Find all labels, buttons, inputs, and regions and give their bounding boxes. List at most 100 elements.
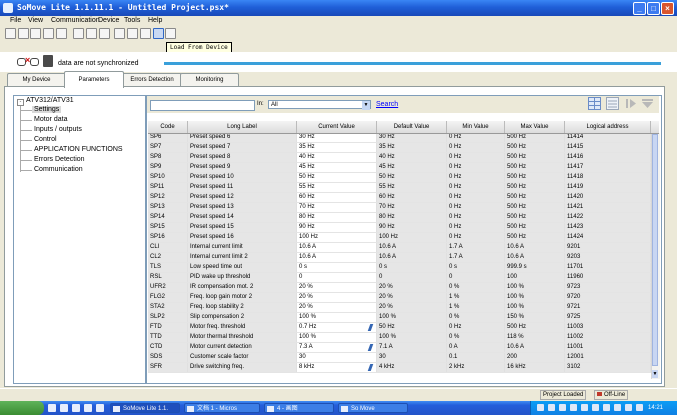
cell-current-value[interactable]: 7.3 A bbox=[297, 343, 377, 352]
cell-current-value[interactable]: 100 % bbox=[297, 313, 377, 322]
tray-icon[interactable] bbox=[625, 404, 632, 411]
cell-current-value[interactable]: 40 Hz bbox=[297, 153, 377, 162]
cell-current-value[interactable]: 30 Hz bbox=[297, 133, 377, 142]
cell-current-value[interactable]: 50 Hz bbox=[297, 173, 377, 182]
table-row[interactable]: UFR2 IR compensation mot. 2 20 % 20 % 0 % 100… bbox=[148, 283, 651, 293]
tab-parameters[interactable]: Parameters bbox=[64, 71, 124, 88]
table-row[interactable]: STA2 Freq. loop stability 2 20 % 20 % 1 % 100… bbox=[148, 303, 651, 313]
column-header-logical-address[interactable]: Logical address bbox=[565, 121, 651, 133]
table-row[interactable]: TTD Motor thermal threshold 100 % 100 % 0 % 1… bbox=[148, 333, 651, 343]
load-from-device-icon[interactable] bbox=[153, 28, 164, 39]
taskbar-item-word[interactable]: 文档 1 - Micros bbox=[184, 403, 260, 413]
start-button[interactable] bbox=[0, 401, 44, 415]
table-row[interactable]: SP13 Preset speed 13 70 Hz 70 Hz 0 Hz 500 Hz 1… bbox=[148, 203, 651, 213]
report-icon[interactable] bbox=[99, 28, 110, 39]
tray-icon[interactable] bbox=[636, 404, 643, 411]
table-row[interactable]: FTD Motor freq. threshold 0.7 Hz 50 Hz 0 Hz 5… bbox=[148, 323, 651, 333]
search-scope-select[interactable]: All ▼ bbox=[268, 100, 371, 110]
table-row[interactable]: SP14 Preset speed 14 80 Hz 80 Hz 0 Hz 500 Hz 1… bbox=[148, 213, 651, 223]
open-icon[interactable] bbox=[30, 28, 41, 39]
maximize-button[interactable]: □ bbox=[647, 2, 660, 15]
cell-current-value[interactable]: 0 s bbox=[297, 263, 377, 272]
table-row[interactable]: SP7 Preset speed 7 35 Hz 35 Hz 0 Hz 500 Hz 114… bbox=[148, 143, 651, 153]
tray-icon[interactable] bbox=[592, 404, 599, 411]
tree-item-settings[interactable]: Settings bbox=[32, 106, 62, 113]
chevron-down-icon[interactable]: ▼ bbox=[362, 101, 370, 110]
table-row[interactable]: SDS Customer scale factor 30 30 0.1 200 12001 bbox=[148, 353, 651, 363]
column-header-long-label[interactable]: Long Label bbox=[188, 121, 297, 133]
tree-root[interactable]: ATV312/ATV31 bbox=[26, 97, 74, 104]
cell-current-value[interactable]: 70 Hz bbox=[297, 203, 377, 212]
tray-icon[interactable] bbox=[614, 404, 621, 411]
play-icon[interactable] bbox=[624, 97, 637, 110]
save-icon[interactable] bbox=[43, 28, 54, 39]
cell-current-value[interactable]: 10.6 A bbox=[297, 253, 377, 262]
cell-current-value[interactable]: 20 % bbox=[297, 283, 377, 292]
compare-icon[interactable] bbox=[165, 28, 176, 39]
cell-current-value[interactable]: 55 Hz bbox=[297, 183, 377, 192]
disconnect-icon[interactable] bbox=[127, 28, 138, 39]
cell-current-value[interactable]: 8 kHz bbox=[297, 363, 377, 372]
table-row[interactable]: TLS Low speed time out 0 s0 s0 s 999.9 s 117… bbox=[148, 263, 651, 273]
quick-launch-icon[interactable] bbox=[96, 404, 104, 412]
column-header-default-value[interactable]: Default Value bbox=[377, 121, 447, 133]
menu-file[interactable]: File bbox=[10, 17, 21, 24]
scrollbar-thumb[interactable] bbox=[652, 134, 658, 366]
tab-errors-detection[interactable]: Errors Detection bbox=[122, 73, 182, 87]
tree-item-errors-detection[interactable]: Errors Detection bbox=[34, 156, 85, 163]
column-header-current-value[interactable]: Current Value bbox=[297, 121, 377, 133]
close-button[interactable]: × bbox=[661, 2, 674, 15]
table-row[interactable]: CL2 Internal current limit 2 10.6 A 10.6 A1… bbox=[148, 253, 651, 263]
table-row[interactable]: FLG2 Freq. loop gain motor 2 20 % 20 % 1 % 10… bbox=[148, 293, 651, 303]
tray-icon[interactable] bbox=[581, 404, 588, 411]
table-row[interactable]: CLI Internal current limit 10.6 A 10.6 A 1.7… bbox=[148, 243, 651, 253]
cell-current-value[interactable]: 30 bbox=[297, 353, 377, 362]
print-icon[interactable] bbox=[73, 28, 84, 39]
store-to-device-icon[interactable] bbox=[140, 28, 151, 39]
cell-current-value[interactable]: 100 Hz bbox=[297, 233, 377, 242]
search-button[interactable]: Search bbox=[376, 101, 398, 108]
cell-current-value[interactable]: 0 bbox=[297, 273, 377, 282]
quick-launch-icon[interactable] bbox=[48, 404, 56, 412]
table-row[interactable]: SP9 Preset speed 9 45 Hz 45 Hz 0 Hz 500 Hz 114… bbox=[148, 163, 651, 173]
tray-icon[interactable] bbox=[570, 404, 577, 411]
cell-current-value[interactable]: 60 Hz bbox=[297, 193, 377, 202]
table-row[interactable]: SP15 Preset speed 15 90 Hz 90 Hz 0 Hz 500 Hz 1… bbox=[148, 223, 651, 233]
menu-tools[interactable]: Tools bbox=[124, 17, 140, 24]
quick-launch-icon[interactable] bbox=[60, 404, 68, 412]
scroll-down-icon[interactable]: ▼ bbox=[652, 370, 658, 378]
table-row[interactable]: SP10 Preset speed 10 50 Hz 50 Hz 0 Hz 500 Hz 1… bbox=[148, 173, 651, 183]
print-preview-icon[interactable] bbox=[86, 28, 97, 39]
new-icon[interactable] bbox=[18, 28, 29, 39]
taskbar-item-paint[interactable]: 4 - 画图 bbox=[264, 403, 334, 413]
search-input[interactable] bbox=[150, 100, 255, 111]
tree-item-inputs-outputs[interactable]: Inputs / outputs bbox=[34, 126, 82, 133]
cell-current-value[interactable]: 10.6 A bbox=[297, 243, 377, 252]
table-row[interactable]: RSL PID wake up threshold 0 0 0 100 11960 bbox=[148, 273, 651, 283]
taskbar-item-somove[interactable]: SoMove Lite 1.1. bbox=[110, 403, 180, 413]
minimize-button[interactable]: _ bbox=[633, 2, 646, 15]
tab-my-device[interactable]: My Device bbox=[7, 73, 66, 87]
table-row[interactable]: SP12 Preset speed 12 60 Hz 60 Hz 0 Hz 500 Hz 1… bbox=[148, 193, 651, 203]
tree-item-application-functions[interactable]: APPLICATION FUNCTIONS bbox=[34, 146, 123, 153]
cell-current-value[interactable]: 20 % bbox=[297, 303, 377, 312]
column-header-min-value[interactable]: Min Value bbox=[447, 121, 505, 133]
quick-launch-icon[interactable] bbox=[84, 404, 92, 412]
tray-icon[interactable] bbox=[559, 404, 566, 411]
cell-current-value[interactable]: 0.7 Hz bbox=[297, 323, 377, 332]
cell-current-value[interactable]: 20 % bbox=[297, 293, 377, 302]
tray-icon[interactable] bbox=[548, 404, 555, 411]
table-row[interactable]: SP8 Preset speed 8 40 Hz 40 Hz 0 Hz 500 Hz 114… bbox=[148, 153, 651, 163]
table-row[interactable]: SFR Drive switching freq. 8 kHz 4 kHz 2 kHz 1… bbox=[148, 363, 651, 373]
detail-view-icon[interactable] bbox=[606, 97, 619, 110]
table-row[interactable]: SP11 Preset speed 11 55 Hz 55 Hz 0 Hz 500 Hz 1… bbox=[148, 183, 651, 193]
cell-current-value[interactable]: 35 Hz bbox=[297, 143, 377, 152]
connect-icon[interactable] bbox=[114, 28, 125, 39]
cell-current-value[interactable]: 100 % bbox=[297, 333, 377, 342]
table-row[interactable]: SP6 Preset speed 6 30 Hz 30 Hz 0 Hz 500 Hz 114… bbox=[148, 133, 651, 143]
menu-device[interactable]: Device bbox=[98, 17, 119, 24]
table-row[interactable]: CTD Motor current detection 7.3 A 7.1 A0 A1… bbox=[148, 343, 651, 353]
cell-current-value[interactable]: 45 Hz bbox=[297, 163, 377, 172]
tab-monitoring[interactable]: Monitoring bbox=[180, 73, 239, 87]
filter-icon[interactable] bbox=[641, 97, 654, 110]
